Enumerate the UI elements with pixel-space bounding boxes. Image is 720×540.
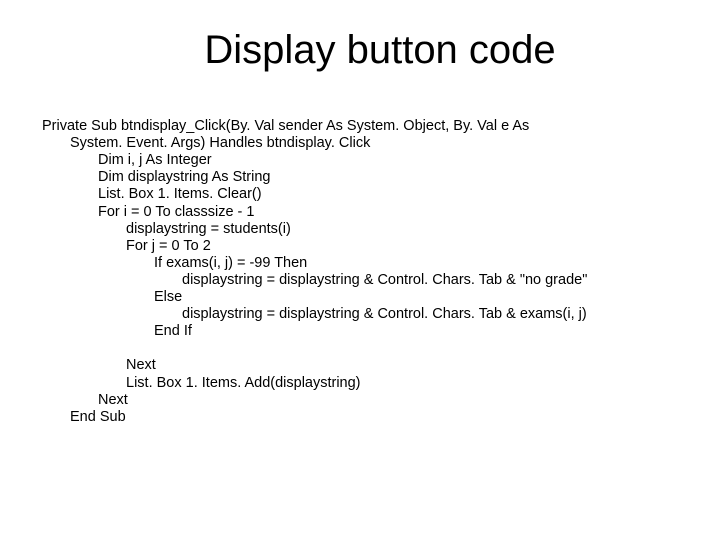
code-line: Private Sub btndisplay_Click(By. Val sen… (42, 118, 680, 135)
code-line: List. Box 1. Items. Add(displaystring) (42, 375, 680, 392)
code-line: Dim i, j As Integer (42, 152, 680, 169)
code-line: Next (42, 392, 680, 409)
slide: Display button code Private Sub btndispl… (0, 0, 720, 540)
code-line: If exams(i, j) = -99 Then (42, 255, 680, 272)
blank-line (42, 340, 680, 357)
code-line: End Sub (42, 409, 680, 426)
code-line: For i = 0 To classsize - 1 (42, 204, 680, 221)
slide-title: Display button code (0, 0, 720, 73)
code-block: Private Sub btndisplay_Click(By. Val sen… (42, 118, 680, 426)
code-line: Else (42, 289, 680, 306)
code-line: displaystring = displaystring & Control.… (42, 306, 680, 323)
code-line: System. Event. Args) Handles btndisplay.… (42, 135, 680, 152)
code-line: Dim displaystring As String (42, 169, 680, 186)
code-line: For j = 0 To 2 (42, 238, 680, 255)
code-line: displaystring = students(i) (42, 221, 680, 238)
code-line: List. Box 1. Items. Clear() (42, 186, 680, 203)
code-line: End If (42, 323, 680, 340)
code-line: Next (42, 357, 680, 374)
code-line: displaystring = displaystring & Control.… (42, 272, 680, 289)
